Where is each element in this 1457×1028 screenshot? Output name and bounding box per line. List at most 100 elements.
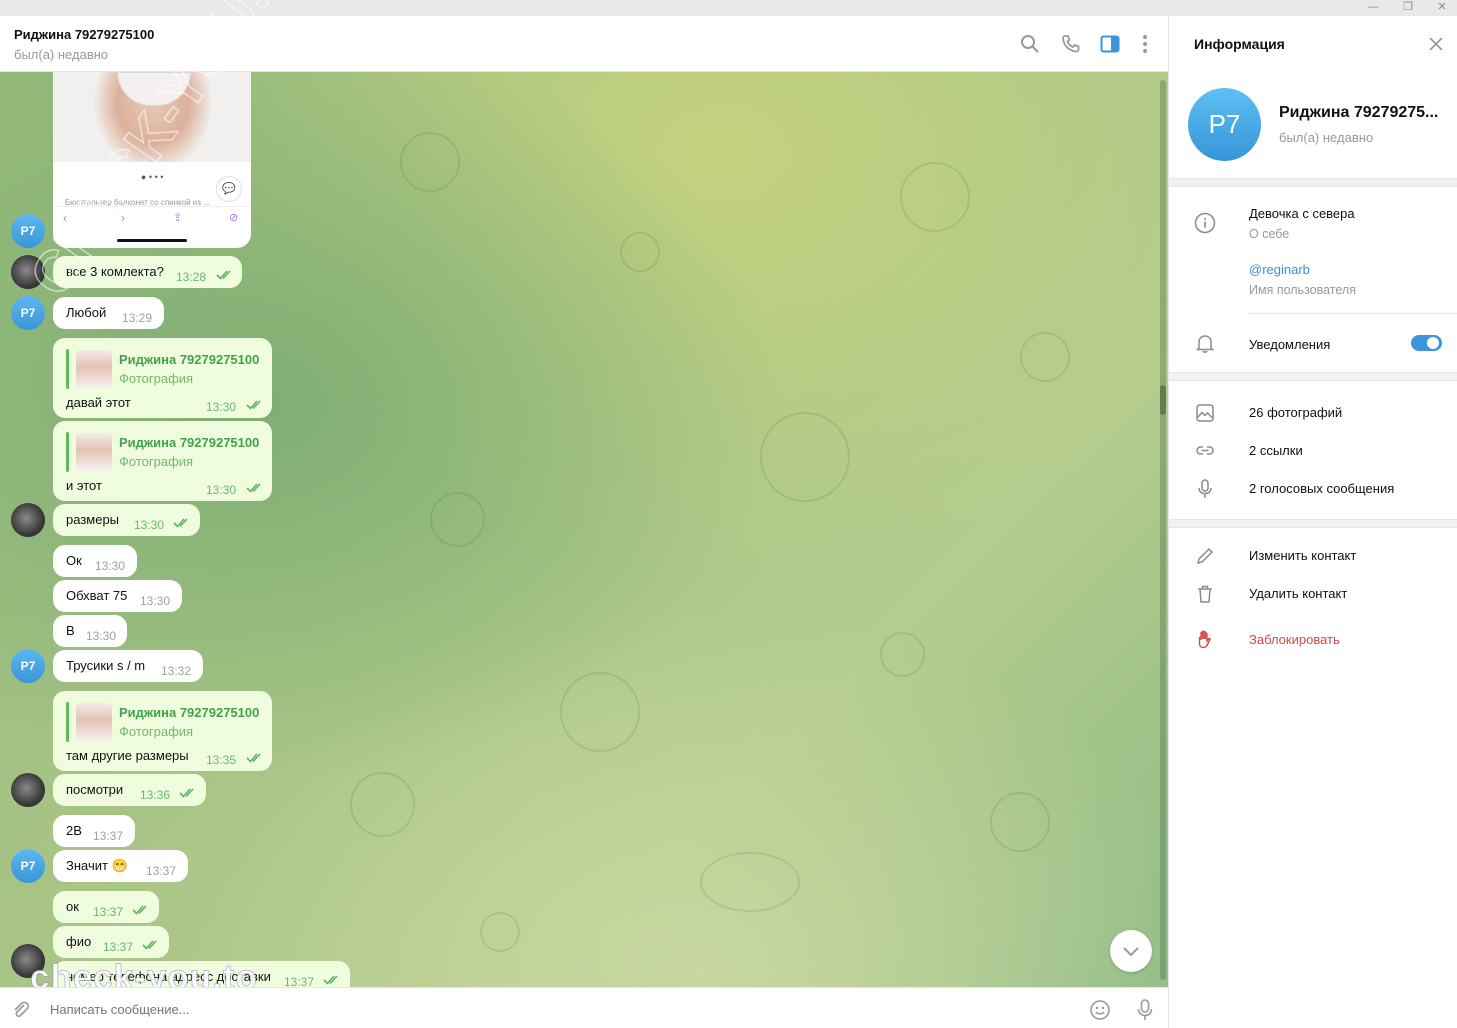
reply-author[interactable]: Риджина 79279275100: [119, 435, 259, 450]
profile-avatar[interactable]: Р7: [1188, 88, 1261, 161]
close-icon[interactable]: [1428, 36, 1444, 52]
chat-bubble-icon[interactable]: 💬: [216, 176, 242, 202]
message-text: Любой: [66, 305, 107, 320]
reply-bar: [66, 432, 69, 472]
message-time: 13:30: [86, 629, 117, 643]
attach-icon[interactable]: [11, 1000, 31, 1020]
read-checkmarks-icon: [179, 788, 194, 798]
message-bubble[interactable]: фио 13:37: [53, 926, 169, 958]
message-time: 13:37: [146, 864, 177, 878]
product-photo[interactable]: [53, 72, 251, 162]
edit-contact-button[interactable]: Изменить контакт: [1249, 548, 1356, 563]
message-bubble[interactable]: Любой 13:29: [53, 297, 164, 329]
reply-type: Фотография: [119, 724, 194, 739]
message-time: 13:32: [161, 664, 192, 678]
shared-photos[interactable]: 26 фотографий: [1249, 405, 1342, 420]
window-titlebar: — ❐ ✕: [0, 0, 1457, 16]
message-bubble[interactable]: размеры 13:30: [53, 504, 200, 536]
voice-message-icon: [1198, 479, 1212, 498]
message-text: давай этот: [66, 395, 131, 410]
divider: [1249, 313, 1457, 314]
message-bubble[interactable]: Значит 😁 13:37: [53, 850, 188, 882]
reply-type: Фотография: [119, 454, 194, 469]
own-avatar[interactable]: [11, 255, 45, 289]
scroll-down-button[interactable]: [1110, 930, 1152, 972]
chat-scrollbar[interactable]: [1160, 80, 1166, 980]
minimize-button[interactable]: —: [1358, 0, 1388, 16]
read-checkmarks-icon: [323, 975, 338, 985]
message-bubble[interactable]: посмотри 13:36: [53, 774, 206, 806]
back-arrow-icon: ‹: [63, 211, 67, 225]
message-bubble[interactable]: все 3 комлекта? 13:28: [53, 256, 242, 288]
message-bubble[interactable]: Ок 13:30: [53, 545, 137, 577]
read-checkmarks-icon: [246, 753, 261, 763]
message-bubble[interactable]: В 13:30: [53, 615, 127, 647]
message-time: 13:37: [93, 829, 124, 843]
own-avatar[interactable]: [11, 773, 45, 807]
shared-voice[interactable]: 2 голосовых сообщения: [1249, 481, 1394, 496]
restore-button[interactable]: ❐: [1393, 0, 1423, 16]
reply-bar: [66, 349, 69, 389]
side-panel-toggle-icon[interactable]: [1099, 33, 1121, 55]
block-contact-button[interactable]: Заблокировать: [1249, 632, 1340, 647]
message-time: 13:37: [103, 940, 134, 954]
reply-message-bubble[interactable]: Риджина 79279275100 Фотография там други…: [53, 691, 272, 771]
message-text: фио: [66, 934, 92, 949]
read-checkmarks-icon: [142, 940, 157, 950]
reply-message-bubble[interactable]: Риджина 79279275100 Фотография и этот 13…: [53, 421, 272, 501]
reply-message-bubble[interactable]: Риджина 79279275100 Фотография давай это…: [53, 338, 272, 418]
reply-thumbnail[interactable]: [76, 433, 112, 471]
reply-author[interactable]: Риджина 79279275100: [119, 705, 259, 720]
browser-toolbar-screenshot: ‹ › ⇪ ⊘: [53, 206, 251, 232]
message-time: 13:29: [122, 311, 153, 325]
microphone-icon[interactable]: [1135, 998, 1155, 1022]
home-indicator: [117, 239, 187, 242]
chat-title[interactable]: Риджина 79279275100: [14, 27, 154, 42]
chat-header: Риджина 79279275100 был(а) недавно: [0, 16, 1168, 72]
reply-thumbnail[interactable]: [76, 703, 112, 741]
contact-avatar[interactable]: Р7: [11, 296, 45, 330]
notifications-toggle[interactable]: [1411, 335, 1442, 351]
photo-message[interactable]: ● • • • 💬 Бюстгальтер балконет со спинко…: [53, 72, 251, 248]
shared-links[interactable]: 2 ссылки: [1249, 443, 1303, 458]
phone-icon[interactable]: [1060, 33, 1082, 55]
read-checkmarks-icon: [216, 270, 231, 280]
message-text: посмотри: [66, 782, 124, 797]
message-text: ок: [66, 899, 79, 914]
panel-title: Информация: [1194, 36, 1285, 52]
compass-icon: ⊘: [229, 212, 239, 224]
message-text: Значит 😁: [66, 858, 128, 873]
contact-avatar[interactable]: Р7: [11, 214, 45, 248]
message-bubble[interactable]: Трусики s / m 13:32: [53, 650, 203, 682]
message-text: там другие размеры: [66, 748, 189, 763]
message-composer: [0, 987, 1168, 1028]
notifications-label: Уведомления: [1249, 337, 1331, 352]
message-bubble[interactable]: ок 13:37: [53, 891, 159, 923]
profile-name: Риджина 79279275...: [1279, 104, 1439, 121]
contact-avatar[interactable]: Р7: [11, 649, 45, 683]
contact-avatar[interactable]: Р7: [11, 849, 45, 883]
bio-text: Девочка с севера: [1249, 206, 1355, 221]
message-time: 13:37: [93, 905, 124, 919]
more-menu-icon[interactable]: [1134, 33, 1156, 55]
reply-thumbnail[interactable]: [76, 350, 112, 388]
bell-icon: [1195, 335, 1215, 353]
message-bubble[interactable]: Обхват 75 13:30: [53, 580, 182, 612]
username-link[interactable]: @reginarb: [1249, 262, 1310, 277]
profile-status: был(а) недавно: [1279, 130, 1374, 145]
window-close-button[interactable]: ✕: [1427, 0, 1457, 16]
message-time: 13:30: [206, 483, 237, 497]
reply-author[interactable]: Риджина 79279275100: [119, 352, 259, 367]
chat-scrollbar-thumb[interactable]: [1160, 385, 1166, 415]
message-input[interactable]: [50, 1002, 950, 1017]
emoji-icon[interactable]: [1089, 999, 1111, 1021]
delete-contact-button[interactable]: Удалить контакт: [1249, 586, 1347, 601]
search-icon[interactable]: [1019, 33, 1041, 55]
message-time: 13:30: [206, 400, 237, 414]
message-time: 13:35: [206, 753, 237, 767]
divider: [1169, 372, 1457, 381]
pencil-icon: [1196, 547, 1214, 565]
message-bubble[interactable]: 2В 13:37: [53, 815, 135, 847]
read-checkmarks-icon: [246, 483, 261, 493]
own-avatar[interactable]: [11, 503, 45, 537]
